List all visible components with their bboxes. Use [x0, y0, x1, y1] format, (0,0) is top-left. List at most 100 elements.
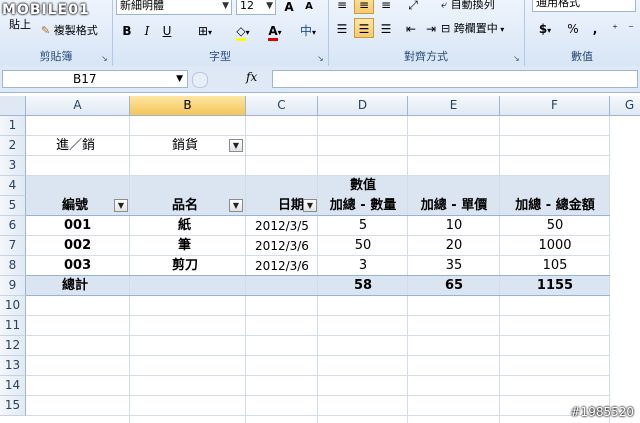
font-launcher-icon[interactable]: ↘ [317, 55, 325, 63]
font-name-combo[interactable]: 新細明體 ▼ [116, 0, 232, 15]
column-header-e[interactable]: E [408, 96, 500, 116]
bottom-align-button[interactable]: ≡ [376, 0, 396, 14]
row-header[interactable]: 14 [0, 376, 26, 396]
clipboard-group-label: 剪貼簿 [39, 50, 73, 63]
pivot-col-price[interactable]: 加總 - 單價 [408, 196, 500, 216]
column-header-c[interactable]: C [246, 96, 318, 116]
row-header[interactable]: 1 [0, 116, 26, 136]
grand-total-amount[interactable]: 1155 [500, 276, 610, 296]
column-header-b[interactable]: B [130, 96, 246, 116]
watermark-brand: MOBILE01 [2, 2, 90, 18]
row-header[interactable]: 6 [0, 216, 26, 236]
row-header[interactable]: 11 [0, 316, 26, 336]
currency-button[interactable]: $▾ [532, 18, 558, 38]
grand-total-qty[interactable]: 58 [318, 276, 408, 296]
cell-date[interactable]: 2012/3/5 [246, 216, 318, 236]
formula-input[interactable] [272, 70, 638, 88]
row-header[interactable]: 5 [0, 196, 26, 216]
cell-id[interactable]: 003 [26, 256, 130, 276]
row-header[interactable]: 3 [0, 156, 26, 176]
column-header-f[interactable]: F [500, 96, 610, 116]
row-header[interactable]: 12 [0, 336, 26, 356]
shrink-font-button[interactable]: A [300, 0, 318, 15]
font-size-combo[interactable]: 12 ▼ [236, 0, 276, 15]
cell-qty[interactable]: 3 [318, 256, 408, 276]
format-painter-button[interactable]: ✎ 複製格式 [40, 20, 108, 40]
decrease-decimal-button[interactable]: ⁻ [624, 18, 638, 38]
middle-align-button[interactable]: ≡ [354, 0, 374, 14]
row-header[interactable]: 4 [0, 176, 26, 196]
cell-name[interactable]: 筆 [130, 236, 246, 256]
formula-bar-handle[interactable] [192, 72, 208, 88]
fx-icon[interactable]: fx [246, 70, 257, 84]
grow-font-button[interactable]: A [280, 0, 298, 15]
row-field-dropdown-icon[interactable]: ▼ [114, 199, 128, 212]
select-all-corner[interactable] [0, 96, 26, 116]
row-header[interactable]: 2 [0, 136, 26, 156]
pivot-col-total[interactable]: 加總 - 總金額 [500, 196, 610, 216]
column-header-d[interactable]: D [318, 96, 408, 116]
wrap-text-button[interactable]: ⤶ 自動換列 [440, 0, 518, 14]
top-align-button[interactable]: ≡ [332, 0, 352, 14]
clipboard-launcher-icon[interactable]: ↘ [101, 55, 109, 63]
cell-total[interactable]: 1000 [500, 236, 610, 256]
row-header[interactable]: 10 [0, 296, 26, 316]
report-filter-label[interactable]: 進／銷 [30, 136, 126, 156]
row-header[interactable]: 15 [0, 396, 26, 416]
row-field-dropdown-icon[interactable]: ▼ [303, 199, 317, 212]
align-right-icon: ☰ [380, 22, 392, 36]
cell-price[interactable]: 20 [408, 236, 500, 256]
cell-price[interactable]: 10 [408, 216, 500, 236]
percent-button[interactable]: % [564, 18, 582, 38]
merge-center-button[interactable]: ⊟ 跨欄置中 ▾ [440, 18, 522, 38]
font-group-label: 字型 [209, 50, 231, 63]
orientation-button[interactable]: ⤢ [402, 0, 424, 14]
cell-qty[interactable]: 5 [318, 216, 408, 236]
italic-button[interactable]: I [138, 20, 156, 40]
chevron-down-icon: ▼ [176, 74, 183, 84]
cell-id[interactable]: 002 [26, 236, 130, 256]
cell-id[interactable]: 001 [26, 216, 130, 236]
chevron-down-icon: ▼ [266, 1, 273, 11]
name-box[interactable]: B17 ▼ [2, 70, 188, 88]
filter-dropdown-icon[interactable]: ▼ [229, 139, 243, 152]
cell-date[interactable]: 2012/3/6 [246, 236, 318, 256]
grand-total-price[interactable]: 65 [408, 276, 500, 296]
column-header-g[interactable]: G [610, 96, 640, 116]
cell-price[interactable]: 35 [408, 256, 500, 276]
comma-button[interactable]: , [586, 18, 604, 38]
increase-indent-button[interactable]: ⇥ [422, 18, 440, 38]
align-right-button[interactable]: ☰ [376, 18, 396, 38]
report-filter-value[interactable]: 銷貨 [130, 136, 226, 156]
increase-decimal-button[interactable]: ⁺ [608, 18, 622, 38]
row-header[interactable]: 7 [0, 236, 26, 256]
grand-total-label[interactable]: 總計 [26, 276, 130, 296]
alignment-launcher-icon[interactable]: ↘ [513, 55, 521, 63]
row-header[interactable]: 13 [0, 356, 26, 376]
underline-button[interactable]: U [158, 20, 176, 40]
pivot-col-qty[interactable]: 加總 - 數量 [318, 196, 408, 216]
phonetic-button[interactable]: 中▾ [294, 20, 322, 40]
row-header[interactable]: 9 [0, 276, 26, 296]
cell-date[interactable]: 2012/3/6 [246, 256, 318, 276]
borders-button[interactable]: ⊞▾ [190, 20, 220, 40]
align-center-button[interactable]: ☰ [354, 18, 374, 38]
cell-total[interactable]: 105 [500, 256, 610, 276]
font-color-button[interactable]: A▾ [260, 20, 290, 41]
cell-name[interactable]: 紙 [130, 216, 246, 236]
cell-name[interactable]: 剪刀 [130, 256, 246, 276]
align-left-button[interactable]: ☰ [332, 18, 352, 38]
cell-qty[interactable]: 50 [318, 236, 408, 256]
column-header-a[interactable]: A [26, 96, 130, 116]
bold-button[interactable]: B [118, 20, 136, 40]
cell-total[interactable]: 50 [500, 216, 610, 236]
pivot-col-date[interactable]: 日期 [246, 196, 304, 216]
fill-color-button[interactable]: ◇▾ [228, 20, 258, 41]
decrease-indent-button[interactable]: ⇤ [402, 18, 420, 38]
values-header[interactable]: 數值 [318, 176, 408, 196]
gridline [26, 355, 610, 356]
number-group: 通用格式 $▾ % , ⁺ ⁻ 數值 [524, 0, 640, 66]
row-header[interactable]: 8 [0, 256, 26, 276]
number-format-combo[interactable]: 通用格式 [532, 0, 636, 12]
row-field-dropdown-icon[interactable]: ▼ [229, 199, 243, 212]
